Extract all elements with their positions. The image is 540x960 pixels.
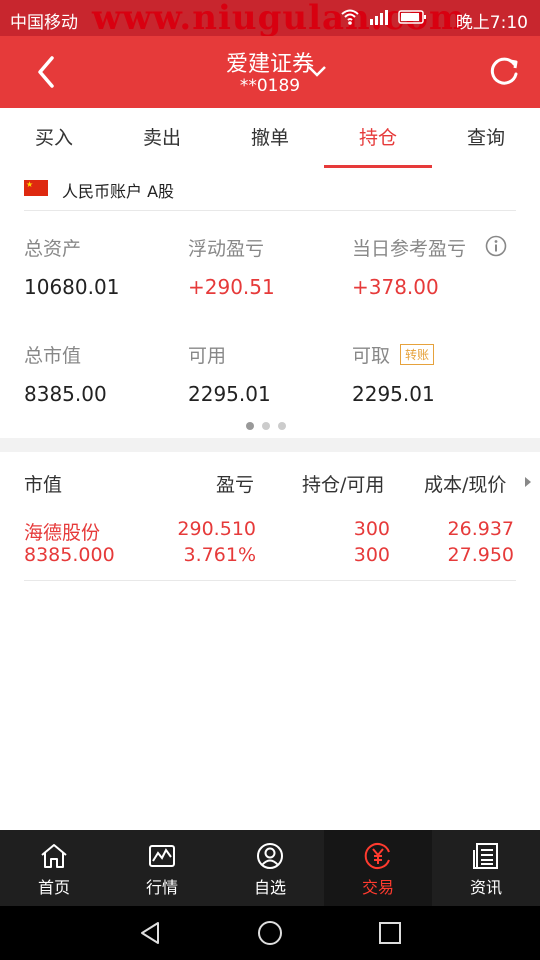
transfer-button[interactable]: 转账 bbox=[400, 344, 435, 365]
bottom-nav: 首页 行情 自选 交易 资讯 bbox=[0, 830, 540, 906]
tab-cancel[interactable]: 撤单 bbox=[216, 108, 324, 168]
account-type-label: 人民币账户 A股 bbox=[62, 182, 175, 201]
refresh-icon[interactable] bbox=[486, 54, 522, 90]
holdings-table-header: 市值 盈亏 持仓/可用 成本/现价 bbox=[0, 452, 540, 510]
nav-news[interactable]: 资讯 bbox=[432, 830, 540, 906]
nav-news-label: 资讯 bbox=[469, 878, 502, 897]
col-header-position: 持仓/可用 bbox=[302, 474, 385, 496]
carrier-label: 中国移动 bbox=[10, 13, 78, 33]
stock-pl: 290.510 bbox=[177, 518, 256, 540]
stock-pl-pct: 3.761% bbox=[183, 544, 256, 566]
stock-position: 300 bbox=[353, 518, 390, 540]
available-cell: 可用 2295.01 bbox=[188, 341, 348, 406]
stock-available: 300 bbox=[353, 544, 390, 566]
broker-title[interactable]: 爱建证券 bbox=[0, 46, 540, 78]
account-number: **0189 bbox=[239, 76, 301, 96]
system-nav-bar bbox=[0, 906, 540, 960]
float-pl-cell: 浮动盈亏 +290.51 bbox=[188, 234, 348, 299]
scroll-right-icon[interactable] bbox=[524, 476, 532, 488]
col-header-pl: 盈亏 bbox=[216, 474, 255, 496]
page-dot-3 bbox=[278, 422, 286, 430]
home-icon bbox=[41, 844, 67, 868]
nav-market[interactable]: 行情 bbox=[108, 830, 216, 906]
float-pl-label: 浮动盈亏 bbox=[188, 238, 265, 260]
page-dot-1 bbox=[246, 422, 254, 430]
stock-name: 海德股份 bbox=[24, 522, 101, 544]
nav-market-label: 行情 bbox=[145, 878, 178, 897]
market-value-value: 8385.00 bbox=[24, 382, 107, 406]
nav-trade-label: 交易 bbox=[361, 878, 394, 897]
total-assets-cell: 总资产 10680.01 bbox=[24, 234, 184, 299]
col-header-cost-price: 成本/现价 bbox=[424, 474, 507, 496]
account-type-row[interactable]: ★ 人民币账户 A股 bbox=[24, 168, 516, 211]
nav-watchlist[interactable]: 自选 bbox=[216, 830, 324, 906]
trade-tabs: 买入 卖出 撤单 持仓 查询 bbox=[0, 108, 540, 168]
stock-price: 27.950 bbox=[447, 544, 514, 566]
page-dot-2 bbox=[262, 422, 270, 430]
signal-icon bbox=[370, 10, 388, 25]
nav-home[interactable]: 首页 bbox=[0, 830, 108, 906]
status-icons bbox=[340, 8, 428, 26]
available-label: 可用 bbox=[188, 345, 227, 367]
system-recents-icon[interactable] bbox=[377, 920, 403, 946]
market-value-label: 总市值 bbox=[24, 345, 82, 367]
tab-holdings[interactable]: 持仓 bbox=[324, 108, 432, 168]
withdrawable-value: 2295.01 bbox=[352, 382, 435, 406]
withdrawable-cell: 可取 转账 2295.01 bbox=[352, 341, 512, 406]
table-row[interactable]: 海德股份 8385.000 290.510 3.761% 300 300 26.… bbox=[24, 514, 516, 581]
total-assets-value: 10680.01 bbox=[24, 275, 120, 299]
total-assets-label: 总资产 bbox=[24, 238, 82, 260]
clock-time: 晚上7:10 bbox=[455, 13, 528, 33]
status-bar: 中国移动 www.niugulan.com 晚上7:10 bbox=[0, 0, 540, 38]
daily-pl-value: +378.00 bbox=[352, 275, 439, 299]
market-value-cell: 总市值 8385.00 bbox=[24, 341, 184, 406]
china-flag-icon: ★ bbox=[24, 180, 48, 196]
user-icon bbox=[257, 843, 283, 869]
system-back-icon[interactable] bbox=[138, 920, 164, 946]
wifi-icon bbox=[341, 9, 359, 25]
available-value: 2295.01 bbox=[188, 382, 271, 406]
stock-cost: 26.937 bbox=[447, 518, 514, 540]
tab-query[interactable]: 查询 bbox=[432, 108, 540, 168]
battery-icon bbox=[398, 10, 426, 24]
tab-buy[interactable]: 买入 bbox=[0, 108, 108, 168]
section-divider bbox=[0, 438, 540, 452]
chart-icon bbox=[149, 845, 175, 867]
nav-home-label: 首页 bbox=[37, 878, 70, 897]
yen-icon bbox=[364, 843, 390, 869]
withdrawable-label-row: 可取 转账 bbox=[352, 341, 512, 368]
nav-watchlist-label: 自选 bbox=[253, 878, 286, 897]
app-header: 爱建证券 **0189 bbox=[0, 36, 540, 108]
float-pl-value: +290.51 bbox=[188, 275, 275, 299]
news-icon bbox=[473, 843, 498, 869]
page-indicator bbox=[246, 422, 286, 430]
nav-trade[interactable]: 交易 bbox=[324, 830, 432, 906]
stock-market-value: 8385.000 bbox=[24, 544, 115, 566]
withdrawable-label: 可取 bbox=[352, 345, 391, 367]
tab-sell[interactable]: 卖出 bbox=[108, 108, 216, 168]
col-header-market-value: 市值 bbox=[24, 474, 63, 496]
system-home-icon[interactable] bbox=[257, 920, 283, 946]
info-icon[interactable] bbox=[485, 235, 507, 257]
